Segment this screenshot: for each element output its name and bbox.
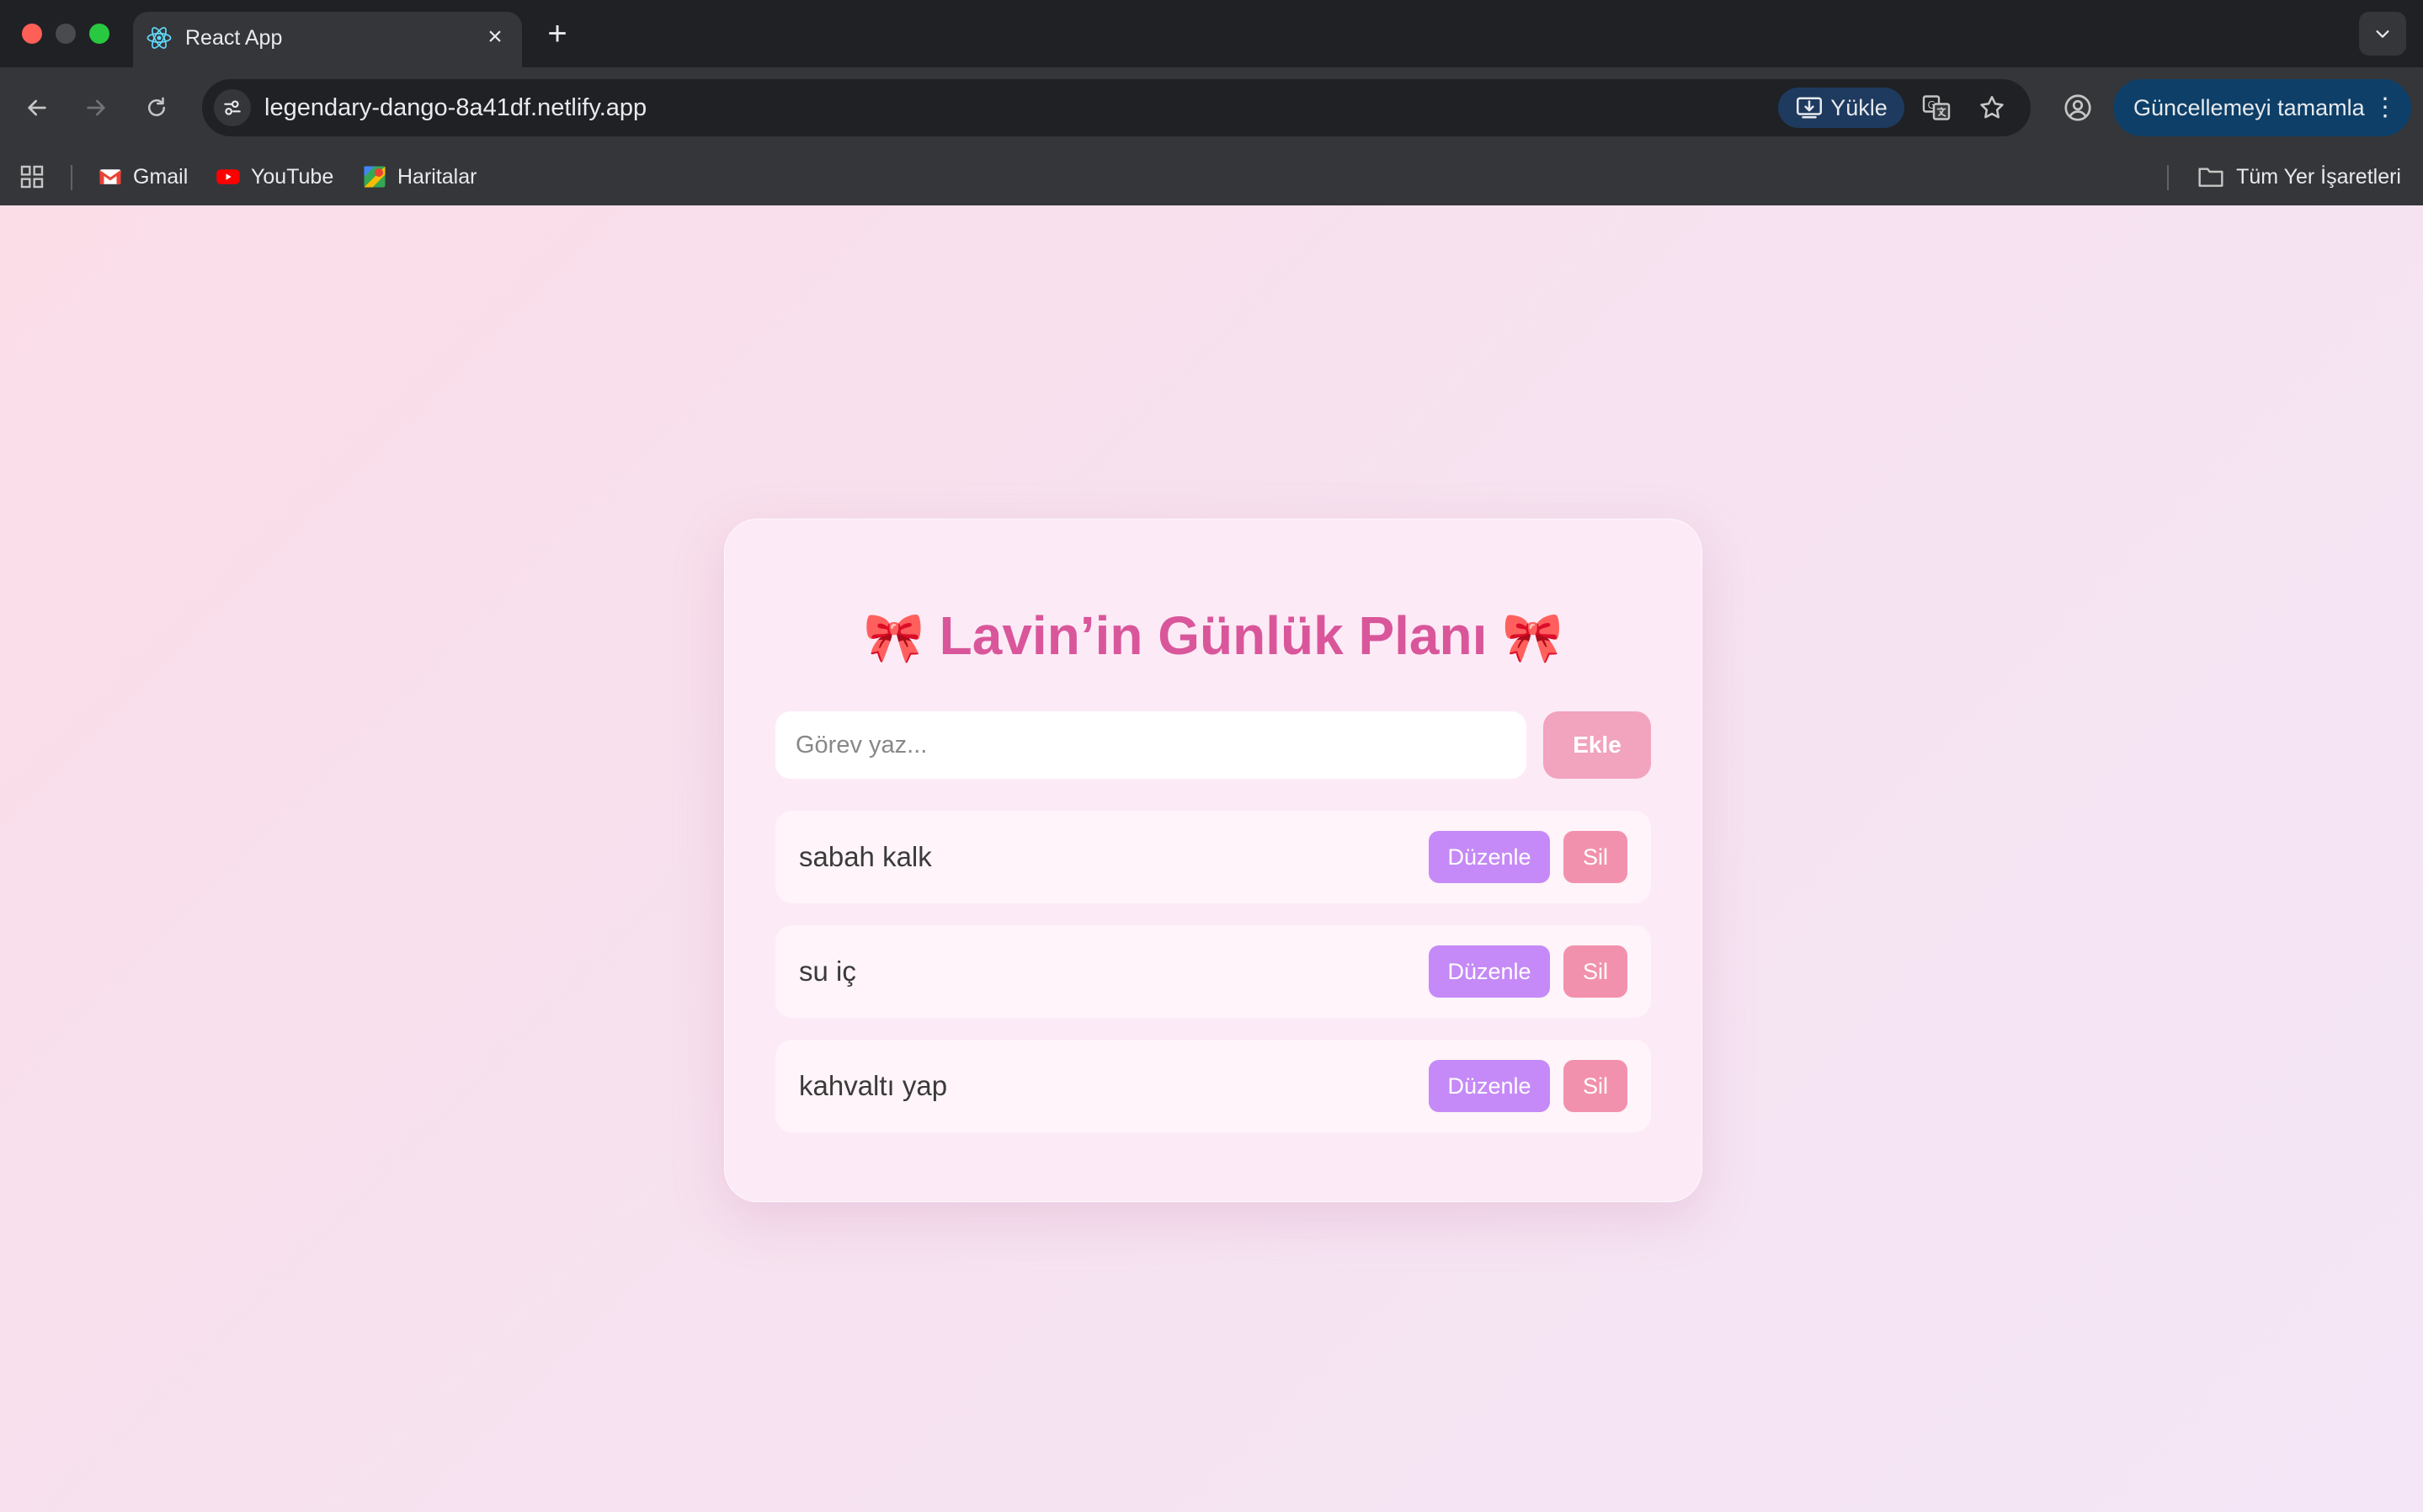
close-window-button[interactable]: [22, 24, 42, 44]
update-button[interactable]: Güncellemeyi tamamla ⋮: [2113, 79, 2411, 136]
edit-task-button[interactable]: Düzenle: [1429, 1060, 1550, 1112]
site-info-button[interactable]: [214, 89, 251, 126]
forward-button[interactable]: [74, 86, 118, 130]
browser-tab[interactable]: React App ×: [133, 12, 522, 67]
back-button[interactable]: [15, 86, 59, 130]
task-item: kahvaltı yap Düzenle Sil: [775, 1040, 1651, 1132]
tune-icon: [224, 100, 241, 115]
planner-card: 🎀 Lavin’in Günlük Planı 🎀 Ekle sabah kal…: [724, 519, 1702, 1202]
bookmark-star-button[interactable]: [1975, 91, 2009, 125]
arrow-left-icon: [28, 99, 46, 116]
install-app-button[interactable]: Yükle: [1778, 88, 1904, 128]
bookmarks-divider: [71, 165, 72, 190]
translate-button[interactable]: G: [1920, 91, 1953, 125]
translate-icon: G: [1922, 95, 1951, 120]
edit-task-button[interactable]: Düzenle: [1429, 945, 1550, 998]
delete-task-button[interactable]: Sil: [1563, 831, 1627, 883]
chevron-down-icon: [2376, 30, 2389, 38]
all-bookmarks-button[interactable]: Tüm Yer İşaretleri: [2197, 160, 2401, 194]
apps-grid-icon[interactable]: [19, 163, 45, 190]
address-bar[interactable]: legendary-dango-8a41df.netlify.app Yükle…: [202, 79, 2031, 136]
edit-task-button[interactable]: Düzenle: [1429, 831, 1550, 883]
bookmark-label: YouTube: [251, 164, 334, 189]
arrow-right-icon: [87, 99, 105, 116]
task-text: sabah kalk: [799, 841, 932, 872]
bow-emoji-right: 🎀: [1502, 610, 1563, 665]
profile-button[interactable]: [2056, 86, 2100, 130]
minimize-window-button[interactable]: [56, 24, 76, 44]
tab-search-button[interactable]: [2359, 12, 2406, 56]
new-tab-button[interactable]: +: [539, 15, 576, 52]
youtube-icon: [216, 169, 240, 184]
bookmark-label: Haritalar: [397, 164, 477, 189]
delete-task-button[interactable]: Sil: [1563, 945, 1627, 998]
page-background: 🎀 Lavin’in Günlük Planı 🎀 Ekle sabah kal…: [0, 205, 2423, 1512]
maps-icon: [364, 166, 386, 188]
close-tab-icon[interactable]: ×: [480, 22, 510, 52]
update-label: Güncellemeyi tamamla: [2133, 95, 2365, 120]
task-text: kahvaltı yap: [799, 1070, 948, 1101]
browser-toolbar: legendary-dango-8a41df.netlify.app Yükle…: [0, 67, 2423, 148]
bookmarks-bar: Gmail YouTube Haritalar Tüm Yer İşaretle…: [0, 148, 2423, 206]
reload-icon: [148, 97, 165, 116]
task-item: sabah kalk Düzenle Sil: [775, 811, 1651, 903]
install-label: Yükle: [1830, 94, 1888, 120]
delete-task-button[interactable]: Sil: [1563, 1060, 1627, 1112]
tab-title: React App: [185, 26, 283, 50]
reload-button[interactable]: [135, 86, 178, 130]
url-text[interactable]: legendary-dango-8a41df.netlify.app: [264, 79, 647, 136]
bookmark-label: Gmail: [133, 164, 189, 189]
bookmarks-divider: [2167, 165, 2169, 190]
account-icon: [2064, 94, 2091, 121]
bow-emoji-left: 🎀: [863, 610, 924, 665]
bookmark-maps[interactable]: Haritalar: [362, 160, 477, 194]
star-icon: [1980, 95, 2004, 119]
folder-icon: [2198, 168, 2223, 187]
add-task-button[interactable]: Ekle: [1543, 711, 1651, 779]
more-vert-icon[interactable]: ⋮: [2372, 79, 2398, 136]
react-icon: [146, 27, 172, 49]
bookmark-gmail[interactable]: Gmail: [98, 160, 188, 194]
maximize-window-button[interactable]: [89, 24, 109, 44]
tab-strip: React App × +: [0, 0, 2423, 67]
task-input[interactable]: [775, 711, 1526, 779]
all-bookmarks-label: Tüm Yer İşaretleri: [2236, 164, 2401, 189]
title-text: Lavin’in Günlük Planı: [939, 605, 1488, 666]
task-item: su iç Düzenle Sil: [775, 925, 1651, 1018]
bookmark-youtube[interactable]: YouTube: [216, 160, 333, 194]
task-text: su iç: [799, 956, 856, 987]
install-icon: [1797, 97, 1823, 119]
page-title: 🎀 Lavin’in Günlük Planı 🎀: [725, 602, 1701, 672]
gmail-icon: [99, 169, 122, 184]
